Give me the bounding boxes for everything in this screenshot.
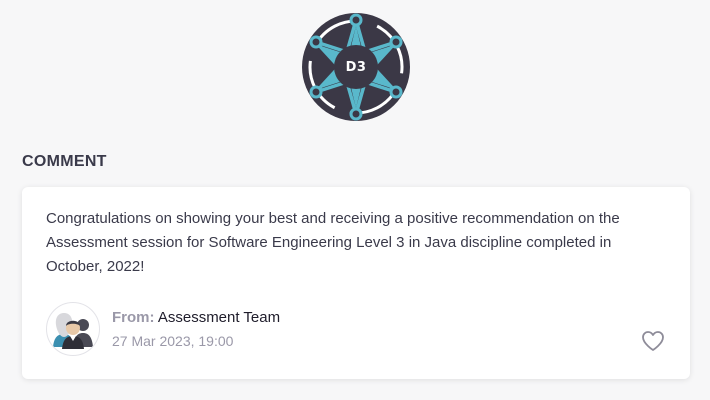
avatar: [46, 302, 100, 356]
comment-text: Congratulations on showing your best and…: [46, 210, 620, 275]
author-name: Assessment Team: [157, 309, 281, 326]
badge-code: D3: [345, 59, 367, 75]
comment-heading: COMMENT: [22, 153, 107, 170]
heart-outline-icon: [642, 331, 664, 351]
comment-card: Congratulations on showing your best and…: [22, 187, 690, 379]
team-avatar-icon: [53, 313, 93, 349]
author-line: From: Assessment Team: [112, 309, 280, 326]
badge: D3: [301, 12, 411, 122]
like-button[interactable]: [641, 330, 665, 352]
from-label: From:: [112, 309, 155, 326]
comment-timestamp: 27 Mar 2023, 19:00: [112, 333, 234, 349]
